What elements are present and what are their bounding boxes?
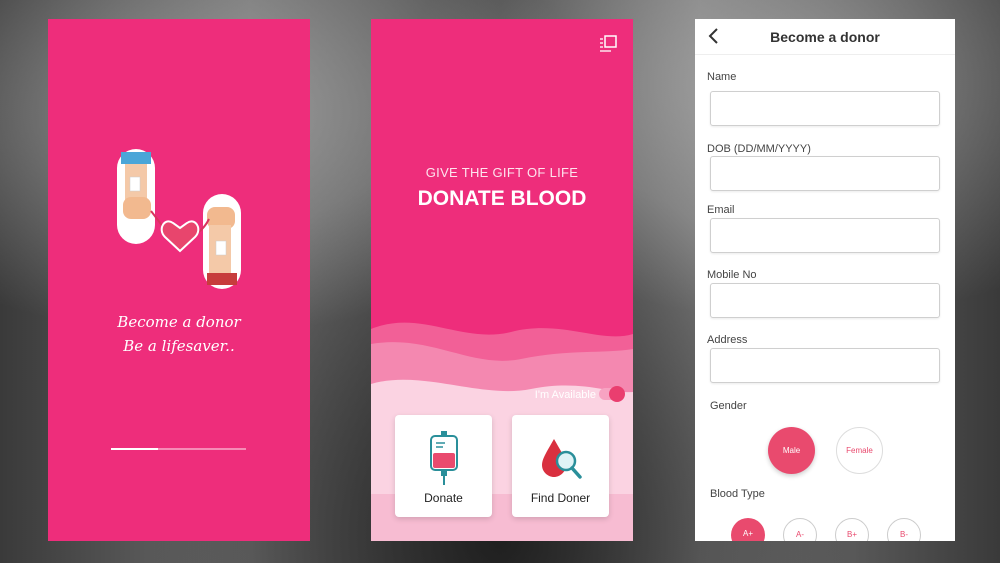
find-donor-card-label: Find Doner xyxy=(530,491,591,505)
tagline-line-2: Be a lifesaver.. xyxy=(123,337,235,355)
find-donor-card[interactable]: Find Doner xyxy=(512,415,609,517)
loading-progress-bar xyxy=(111,448,246,450)
blood-type-a-pos-button[interactable]: A+ xyxy=(731,518,765,541)
tagline-line-1: Become a donor xyxy=(117,313,241,331)
blood-search-icon xyxy=(542,439,582,479)
dob-label: DOB (DD/MM/YYYY) xyxy=(707,143,811,155)
donate-card[interactable]: Donate xyxy=(395,415,492,517)
donor-form-screen: Become a donor Name DOB (DD/MM/YYYY) Ema… xyxy=(695,19,955,541)
loading-progress-fill xyxy=(111,448,159,450)
blood-bag-icon xyxy=(430,431,458,485)
address-field[interactable] xyxy=(710,348,940,383)
toggle-knob xyxy=(609,386,625,402)
dob-field[interactable] xyxy=(710,156,940,191)
name-label: Name xyxy=(707,71,737,83)
gender-label: Gender xyxy=(710,400,747,412)
layout-icon[interactable] xyxy=(599,35,617,53)
blood-type-a-neg-button[interactable]: A- xyxy=(783,518,817,541)
mobile-label: Mobile No xyxy=(707,269,757,281)
blood-donation-illustration-icon xyxy=(117,149,241,289)
gender-male-button[interactable]: Male xyxy=(768,427,815,474)
email-field[interactable] xyxy=(710,218,940,253)
subtitle-text: GIVE THE GIFT OF LIFE xyxy=(425,165,579,180)
splash-screen: Become a donor Be a lifesaver.. xyxy=(48,19,310,541)
blood-type-b-neg-button[interactable]: B- xyxy=(887,518,921,541)
address-label: Address xyxy=(707,334,748,346)
email-label: Email xyxy=(707,204,735,216)
home-screen: GIVE THE GIFT OF LIFE DONATE BLOOD I'm A… xyxy=(371,19,633,541)
blood-type-label: Blood Type xyxy=(710,488,765,500)
gender-female-button[interactable]: Female xyxy=(836,427,883,474)
page-title: DONATE BLOOD xyxy=(417,187,587,210)
blood-type-b-pos-button[interactable]: B+ xyxy=(835,518,869,541)
top-bar: Become a donor xyxy=(695,19,955,55)
donate-card-label: Donate xyxy=(424,491,463,505)
availability-toggle[interactable] xyxy=(599,386,625,402)
name-field[interactable] xyxy=(710,91,940,126)
mobile-field[interactable] xyxy=(710,283,940,318)
form-title: Become a donor xyxy=(770,29,880,45)
availability-label: I'm Available xyxy=(534,389,596,401)
